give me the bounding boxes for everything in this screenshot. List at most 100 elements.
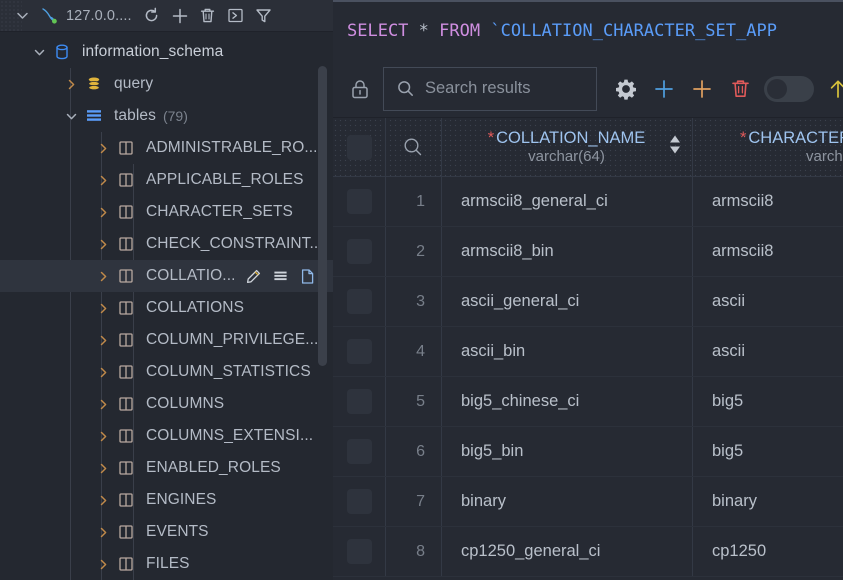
connection-name[interactable]: 127.0.0.... <box>66 8 132 24</box>
row-checkbox[interactable] <box>346 389 372 414</box>
rename-table-action[interactable] <box>244 267 263 286</box>
tree-item-events[interactable]: EVENTS <box>0 516 333 548</box>
chevron-right-icon[interactable] <box>92 132 114 164</box>
row-select-cell[interactable] <box>333 227 385 276</box>
table-row[interactable]: 2 armscii8_bin armscii8 <box>333 227 843 277</box>
delete-row-button[interactable] <box>721 70 759 108</box>
chevron-right-icon[interactable] <box>92 356 114 388</box>
chevron-down-icon[interactable] <box>60 100 82 132</box>
tree-item-column-privilege[interactable]: COLUMN_PRIVILEGE... <box>0 324 333 356</box>
add-row-button[interactable] <box>645 70 683 108</box>
tree-item-column-statistics[interactable]: COLUMN_STATISTICS <box>0 356 333 388</box>
row-filter-cell[interactable] <box>385 118 441 176</box>
sql-editor[interactable]: SELECT * FROM `COLLATION_CHARACTER_SET_A… <box>333 0 843 60</box>
delete-button[interactable] <box>194 2 222 30</box>
cell-collation-name[interactable]: big5_chinese_ci <box>441 377 692 426</box>
table-row[interactable]: 7 binary binary <box>333 477 843 527</box>
chevron-right-icon[interactable] <box>92 324 114 356</box>
chevron-down-icon[interactable] <box>28 36 50 68</box>
submit-button[interactable] <box>819 70 843 108</box>
table-row[interactable]: 5 big5_chinese_ci big5 <box>333 377 843 427</box>
search-input[interactable]: Search results <box>383 66 597 111</box>
row-checkbox[interactable] <box>346 539 372 564</box>
cell-character-set-name[interactable]: big5 <box>692 377 843 426</box>
cell-collation-name[interactable]: ascii_general_ci <box>441 277 692 326</box>
tree-item-tables[interactable]: tables (79) <box>0 100 333 132</box>
chevron-right-icon[interactable] <box>92 548 114 580</box>
tree-item-administrable-ro[interactable]: ADMINISTRABLE_RO... <box>0 132 333 164</box>
chevron-right-icon[interactable] <box>92 516 114 548</box>
chevron-right-icon[interactable] <box>92 484 114 516</box>
cell-collation-name[interactable]: big5_bin <box>441 427 692 476</box>
tree-item-query[interactable]: query <box>0 68 333 100</box>
cell-character-set-name[interactable]: big5 <box>692 427 843 476</box>
tree-item-applicable-roles[interactable]: APPLICABLE_ROLES <box>0 164 333 196</box>
select-all-cell[interactable] <box>333 118 385 176</box>
row-select-cell[interactable] <box>333 527 385 576</box>
row-checkbox[interactable] <box>346 339 372 364</box>
chevron-right-icon[interactable] <box>92 452 114 484</box>
chevron-right-icon[interactable] <box>60 68 82 100</box>
chevron-right-icon[interactable] <box>92 228 114 260</box>
row-checkbox[interactable] <box>346 239 372 264</box>
cell-collation-name[interactable]: armscii8_general_ci <box>441 177 692 226</box>
tree-item-character-sets[interactable]: CHARACTER_SETS <box>0 196 333 228</box>
chevron-right-icon[interactable] <box>92 196 114 228</box>
chevron-right-icon[interactable] <box>92 420 114 452</box>
filter-button[interactable] <box>250 2 278 30</box>
tree-item-engines[interactable]: ENGINES <box>0 484 333 516</box>
row-select-cell[interactable] <box>333 177 385 226</box>
chevron-right-icon[interactable] <box>92 292 114 324</box>
settings-button[interactable] <box>607 70 645 108</box>
table-row[interactable]: 1 armscii8_general_ci armscii8 <box>333 177 843 227</box>
add-column-button[interactable] <box>683 70 721 108</box>
row-checkbox[interactable] <box>346 189 372 214</box>
tree-item-files[interactable]: FILES <box>0 548 333 580</box>
row-select-cell[interactable] <box>333 277 385 326</box>
row-select-cell[interactable] <box>333 327 385 376</box>
row-select-cell[interactable] <box>333 427 385 476</box>
chevron-right-icon[interactable] <box>92 388 114 420</box>
refresh-button[interactable] <box>138 2 166 30</box>
add-button[interactable] <box>166 2 194 30</box>
cell-collation-name[interactable]: ascii_bin <box>441 327 692 376</box>
table-row[interactable]: 4 ascii_bin ascii <box>333 327 843 377</box>
open-console-button[interactable] <box>222 2 250 30</box>
cell-character-set-name[interactable]: binary <box>692 477 843 526</box>
chevron-right-icon[interactable] <box>92 164 114 196</box>
cell-character-set-name[interactable]: ascii <box>692 327 843 376</box>
cell-collation-name[interactable]: armscii8_bin <box>441 227 692 276</box>
tree-scrollbar[interactable] <box>318 66 327 366</box>
cell-character-set-name[interactable]: armscii8 <box>692 177 843 226</box>
row-checkbox[interactable] <box>346 289 372 314</box>
cell-character-set-name[interactable]: armscii8 <box>692 227 843 276</box>
row-checkbox[interactable] <box>346 439 372 464</box>
column-header-character-set[interactable]: *CHARACTER varcha <box>692 118 843 176</box>
tree-item-check-constraint[interactable]: CHECK_CONSTRAINT... <box>0 228 333 260</box>
row-select-cell[interactable] <box>333 477 385 526</box>
sort-arrows-icon[interactable] <box>666 132 684 163</box>
ddl-action[interactable] <box>298 267 317 286</box>
tree-item-columns[interactable]: COLUMNS <box>0 388 333 420</box>
table-row[interactable]: 6 big5_bin big5 <box>333 427 843 477</box>
row-checkbox[interactable] <box>346 489 372 514</box>
tree-item-information-schema[interactable]: information_schema <box>0 36 333 68</box>
tree-item-collations[interactable]: COLLATIONS <box>0 292 333 324</box>
table-row[interactable]: 3 ascii_general_ci ascii <box>333 277 843 327</box>
tree-item-enabled-roles[interactable]: ENABLED_ROLES <box>0 452 333 484</box>
lock-icon[interactable] <box>341 70 379 108</box>
cell-character-set-name[interactable]: ascii <box>692 277 843 326</box>
cell-collation-name[interactable]: cp1250_general_ci <box>441 527 692 576</box>
table-row[interactable]: 8 cp1250_general_ci cp1250 <box>333 527 843 577</box>
transaction-toggle[interactable] <box>764 75 814 102</box>
cell-collation-name[interactable]: binary <box>441 477 692 526</box>
column-header-collation-name[interactable]: * COLLATION_NAME varchar(64) <box>441 118 692 176</box>
chevron-right-icon[interactable] <box>92 260 114 292</box>
cell-character-set-name[interactable]: cp1250 <box>692 527 843 576</box>
select-all-checkbox[interactable] <box>346 134 372 160</box>
view-data-action[interactable] <box>271 267 290 286</box>
row-select-cell[interactable] <box>333 377 385 426</box>
tree-item-collatio[interactable]: COLLATIO... <box>0 260 333 292</box>
tree-item-columns-extensi[interactable]: COLUMNS_EXTENSI... <box>0 420 333 452</box>
collapse-toggle[interactable] <box>8 2 36 30</box>
